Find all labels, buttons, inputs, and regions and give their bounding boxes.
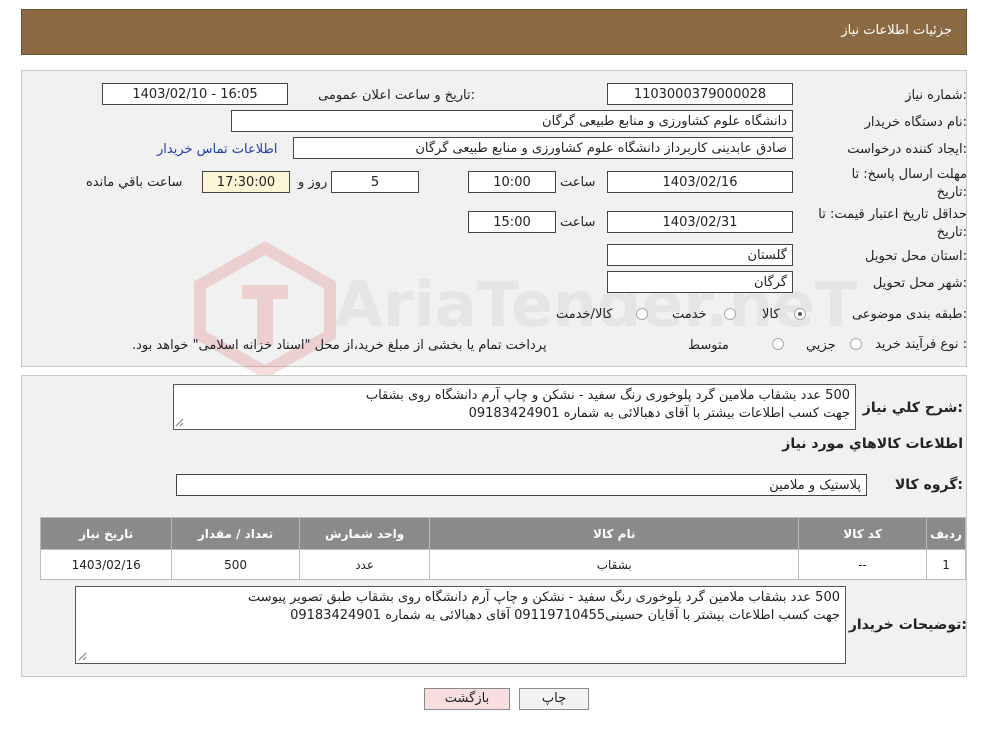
creator-label: ایجاد کننده درخواست:: [847, 142, 967, 157]
process-radio-minor[interactable]: [850, 338, 862, 350]
col-need-date: تاريخ نياز: [39, 517, 173, 550]
description-label: شرح کلي نياز:: [862, 400, 963, 416]
page-title: جزئیات اطلاعات نیاز: [841, 23, 952, 38]
category-option-goods: کالا: [762, 307, 780, 322]
city-label: شهر محل تحویل:: [872, 276, 967, 291]
col-item-name: نام کالا: [429, 517, 800, 550]
print-button[interactable]: چاپ: [519, 688, 589, 710]
treasury-note: پرداخت تمام یا بخشی از مبلغ خرید،از محل …: [132, 338, 547, 353]
category-label: طبقه بندی موضوعی:: [851, 307, 967, 322]
cell-quantity: 500: [171, 549, 300, 580]
goods-group-label: گروه کالا:: [894, 477, 963, 493]
reply-deadline-label: مهلت ارسال پاسخ: تا: [851, 167, 967, 182]
col-quantity: تعداد / مقدار: [171, 517, 300, 550]
remaining-days-field: 5: [331, 171, 419, 193]
announce-datetime-label: تاریخ و ساعت اعلان عمومی:: [318, 88, 475, 103]
resize-grip-icon[interactable]: [78, 652, 87, 661]
price-validity-label: حداقل تاریخ اعتبار قیمت: تا: [818, 207, 967, 222]
process-option-minor: جزيي: [806, 338, 836, 353]
page-header: جزئیات اطلاعات نیاز: [21, 9, 967, 55]
creator-field: صادق عابدینی کاربرداز دانشگاه علوم کشاور…: [293, 137, 793, 159]
cell-item-name: بشقاب: [429, 549, 800, 580]
items-table: تاريخ نياز تعداد / مقدار واحد شمارش نام …: [39, 517, 966, 580]
price-validity-label-date: تاریخ:: [936, 225, 967, 240]
reply-deadline-label-date: تاریخ:: [936, 185, 967, 200]
buyer-notes-line-1: 500 عدد بشقاب ملامین گرد پلوخوری رنگ سفی…: [248, 590, 840, 605]
reply-time-field: 10:00: [468, 171, 556, 193]
goods-section-title: اطلاعات کالاهاي مورد نياز: [782, 436, 963, 452]
col-unit: واحد شمارش: [298, 517, 431, 550]
process-radio-medium[interactable]: [772, 338, 784, 350]
remaining-label: ساعت باقي مانده: [86, 175, 183, 190]
reply-time-label: ساعت: [560, 175, 596, 190]
category-radio-service[interactable]: [724, 308, 736, 320]
back-button[interactable]: بازگشت: [424, 688, 510, 710]
buyer-notes-label: توضیحات خریدار:: [848, 617, 967, 633]
category-radio-goods-service[interactable]: [636, 308, 648, 320]
days-label: روز و: [298, 175, 328, 190]
category-option-service: خدمت: [672, 307, 707, 322]
buyer-notes-line-2: جهت کسب اطلاعات بیشتر با آقایان حسینی091…: [290, 608, 840, 623]
cell-item-code: --: [798, 549, 928, 580]
description-line-2: جهت کسب اطلاعات بیشتر با آقای دهبالائی ب…: [468, 406, 850, 421]
table-row: 1403/02/16 500 عدد بشقاب -- 1: [39, 549, 966, 580]
need-number-field: 1103000379000028: [607, 83, 793, 105]
announce-datetime-field: 1403/02/10 - 16:05: [102, 83, 288, 105]
goods-group-field: پلاستیک و ملامین: [176, 474, 867, 496]
buyer-contact-link[interactable]: اطلاعات تماس خریدار: [157, 142, 277, 157]
items-table-header: تاريخ نياز تعداد / مقدار واحد شمارش نام …: [39, 517, 966, 550]
buyer-org-label: نام دستگاه خریدار:: [864, 115, 967, 130]
province-label: استان محل تحویل:: [865, 249, 967, 264]
process-option-medium: متوسط: [688, 338, 729, 353]
buyer-notes-textarea[interactable]: 500 عدد بشقاب ملامین گرد پلوخوری رنگ سفی…: [75, 586, 846, 664]
validity-date-field: 1403/02/31: [607, 211, 793, 233]
cell-unit: عدد: [298, 549, 431, 580]
resize-grip-icon[interactable]: [175, 418, 184, 427]
buyer-org-field: دانشگاه علوم کشاورزی و منابع طبیعی گرگان: [231, 110, 793, 132]
reply-date-field: 1403/02/16: [607, 171, 793, 193]
cell-need-date: 1403/02/16: [39, 549, 173, 580]
validity-time-label: ساعت: [560, 215, 596, 230]
city-field: گرگان: [607, 271, 793, 293]
description-textarea[interactable]: 500 عدد بشقاب ملامین گرد پلوخوری رنگ سفی…: [173, 384, 856, 430]
category-radio-goods[interactable]: [794, 308, 806, 320]
need-number-label: شماره نیاز:: [905, 88, 967, 103]
col-item-code: کد کالا: [798, 517, 928, 550]
cell-row-number: 1: [926, 549, 966, 580]
description-line-1: 500 عدد بشقاب ملامین گرد پلوخوری رنگ سفی…: [365, 388, 850, 403]
remaining-time-field: 17:30:00: [202, 171, 290, 193]
category-option-goods-service: کالا/خدمت: [556, 307, 613, 322]
col-row-number: رديف: [926, 517, 966, 550]
process-label: نوع فرآیند خرید :: [875, 337, 967, 352]
province-field: گلستان: [607, 244, 793, 266]
validity-time-field: 15:00: [468, 211, 556, 233]
